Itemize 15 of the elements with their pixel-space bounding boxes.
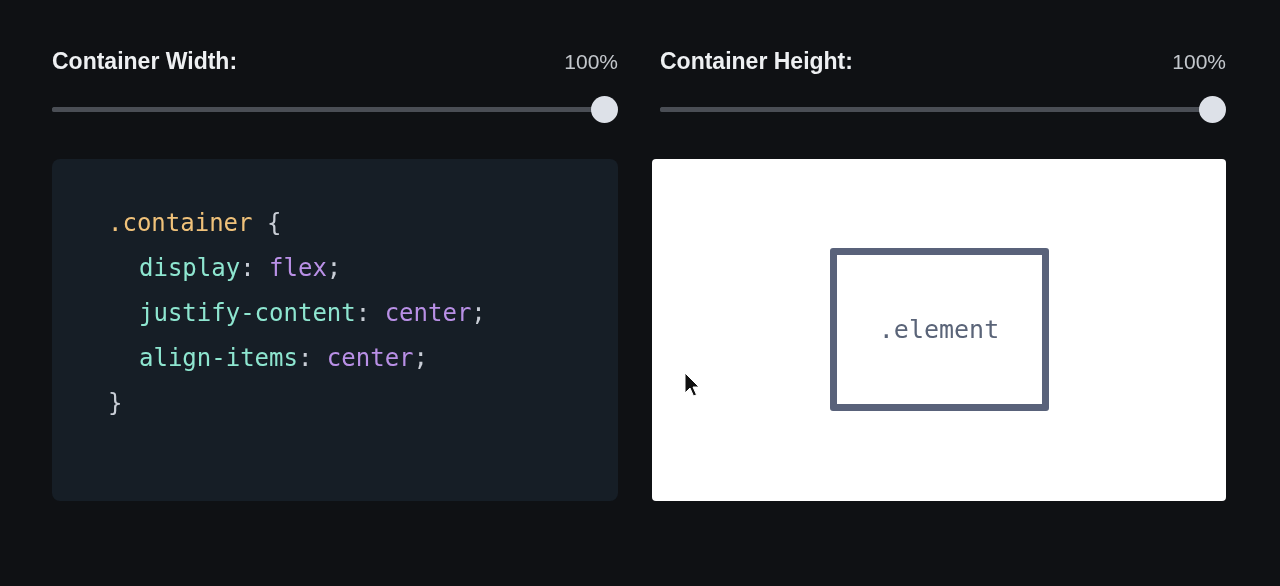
cursor-icon [684,371,700,398]
slider-label: Container Height: [660,47,853,76]
code-line: align-items: center; [138,342,429,374]
slider-value: 100% [1172,48,1226,75]
element-label: .element [878,313,1000,346]
slider-label: Container Width: [52,47,238,76]
code-line: } [108,387,124,419]
slider-thumb[interactable] [591,95,618,123]
slider[interactable] [52,95,618,123]
code-line: justify-content: center; [138,297,487,329]
code-line: .container { [108,207,283,239]
slider-value: 100% [564,48,618,75]
code-line: display: flex; [138,252,343,284]
slider[interactable] [660,95,1226,123]
slider-thumb[interactable] [1199,95,1226,123]
